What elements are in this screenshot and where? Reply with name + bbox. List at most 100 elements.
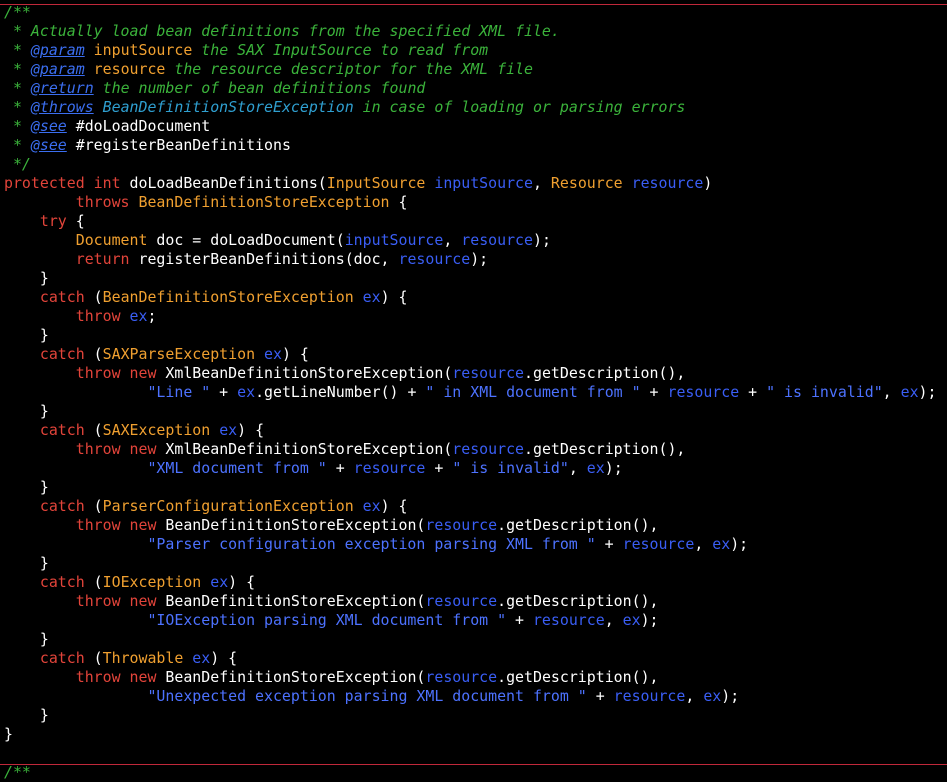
code-token: catch: [39, 345, 85, 363]
code-line[interactable]: throw ex;: [4, 307, 936, 326]
code-token: "Line ": [147, 383, 211, 401]
code-line[interactable]: "XML document from " + resource + " is i…: [4, 459, 936, 478]
code-line[interactable]: }: [4, 706, 936, 725]
code-line[interactable]: * @return the number of bean definitions…: [4, 79, 936, 98]
code-line[interactable]: catch (IOException ex) {: [4, 573, 936, 592]
code-token: @throws: [30, 98, 94, 116]
code-token: InputSource: [326, 174, 426, 192]
code-line[interactable]: catch (Throwable ex) {: [4, 649, 936, 668]
code-line[interactable]: catch (SAXParseException ex) {: [4, 345, 936, 364]
code-token: .getDescription(),: [524, 364, 686, 382]
code-line[interactable]: throws BeanDefinitionStoreException {: [4, 193, 936, 212]
code-line[interactable]: }: [4, 630, 936, 649]
code-token: (: [84, 421, 103, 439]
code-line[interactable]: * @param inputSource the SAX InputSource…: [4, 41, 936, 60]
code-line[interactable]: }: [4, 478, 936, 497]
code-line[interactable]: [4, 744, 936, 763]
code-token: "XML document from ": [147, 459, 327, 477]
code-token: resource: [452, 440, 525, 458]
code-token: BeanDefinitionStoreException: [102, 98, 354, 116]
code-token: "Unexpected exception parsing XML docume…: [147, 687, 587, 705]
code-line[interactable]: throw new BeanDefinitionStoreException(r…: [4, 668, 936, 687]
code-token: new: [129, 516, 157, 534]
code-token: ) {: [210, 649, 238, 667]
code-line[interactable]: catch (BeanDefinitionStoreException ex) …: [4, 288, 936, 307]
code-line[interactable]: }: [4, 402, 936, 421]
code-token: resource: [461, 231, 533, 249]
code-line[interactable]: try {: [4, 212, 936, 231]
code-token: registerBeanDefinitions(doc,: [129, 250, 399, 268]
code-token: ex: [362, 497, 381, 515]
code-token: " is invalid": [766, 383, 883, 401]
code-token: }: [4, 326, 49, 344]
code-token: ParserConfigurationException: [102, 497, 354, 515]
code-token: *: [4, 79, 31, 97]
code-token: the number of bean definitions found: [93, 79, 426, 97]
code-token: }: [4, 706, 49, 724]
code-token: "Parser configuration exception parsing …: [147, 535, 596, 553]
code-line[interactable]: throw new BeanDefinitionStoreException(r…: [4, 592, 936, 611]
code-line[interactable]: return registerBeanDefinitions(doc, reso…: [4, 250, 936, 269]
code-line[interactable]: }: [4, 269, 936, 288]
code-token: Throwable: [102, 649, 184, 667]
code-line[interactable]: * @throws BeanDefinitionStoreException i…: [4, 98, 936, 117]
code-token: {: [389, 193, 408, 211]
code-token: XmlBeanDefinitionStoreException(: [156, 440, 453, 458]
code-token: BeanDefinitionStoreException: [138, 193, 390, 211]
code-line[interactable]: throw new BeanDefinitionStoreException(r…: [4, 516, 936, 535]
code-line[interactable]: }: [4, 725, 936, 744]
code-line[interactable]: "Parser configuration exception parsing …: [4, 535, 936, 554]
code-token: resource: [425, 516, 498, 534]
code-line[interactable]: throw new XmlBeanDefinitionStoreExceptio…: [4, 440, 936, 459]
code-editor[interactable]: /** * Actually load bean definitions fro…: [4, 3, 936, 782]
code-token: resource: [353, 459, 426, 477]
code-line[interactable]: * @see #doLoadDocument: [4, 117, 936, 136]
code-line[interactable]: }: [4, 554, 936, 573]
code-token: +: [595, 535, 623, 553]
code-line[interactable]: "Unexpected exception parsing XML docume…: [4, 687, 936, 706]
code-token: inputSource: [434, 174, 533, 192]
code-token: ;: [147, 307, 157, 325]
code-token: (: [84, 497, 103, 515]
code-line[interactable]: protected int doLoadBeanDefinitions(Inpu…: [4, 174, 936, 193]
code-token: (: [84, 649, 103, 667]
code-line[interactable]: */: [4, 155, 936, 174]
code-token: resource: [425, 668, 498, 686]
code-token: +: [506, 611, 533, 629]
code-line[interactable]: catch (SAXException ex) {: [4, 421, 936, 440]
code-token: ex: [712, 535, 731, 553]
code-line[interactable]: Document doc = doLoadDocument(inputSourc…: [4, 231, 936, 250]
code-line[interactable]: * Actually load bean definitions from th…: [4, 22, 936, 41]
code-token: return: [75, 250, 130, 268]
code-line[interactable]: * @param resource the resource descripto…: [4, 60, 936, 79]
code-token: throw: [75, 668, 121, 686]
code-token: #registerBeanDefinitions: [75, 136, 291, 154]
code-token: ,: [882, 383, 901, 401]
code-line[interactable]: "IOException parsing XML document from "…: [4, 611, 936, 630]
code-token: +: [425, 459, 453, 477]
code-token: ): [703, 174, 713, 192]
code-token: );: [721, 687, 740, 705]
code-line[interactable]: }: [4, 326, 936, 345]
code-token: resource: [613, 687, 686, 705]
code-line[interactable]: "Line " + ex.getLineNumber() + " in XML …: [4, 383, 936, 402]
code-token: the resource descriptor for the XML file: [165, 60, 533, 78]
code-token: in case of loading or parsing errors: [353, 98, 686, 116]
code-line[interactable]: throw new XmlBeanDefinitionStoreExceptio…: [4, 364, 936, 383]
code-line[interactable]: /**: [4, 763, 936, 782]
code-line[interactable]: catch (ParserConfigurationException ex) …: [4, 497, 936, 516]
code-line[interactable]: * @see #registerBeanDefinitions: [4, 136, 936, 155]
code-line[interactable]: /**: [4, 3, 936, 22]
code-token: );: [470, 250, 489, 268]
